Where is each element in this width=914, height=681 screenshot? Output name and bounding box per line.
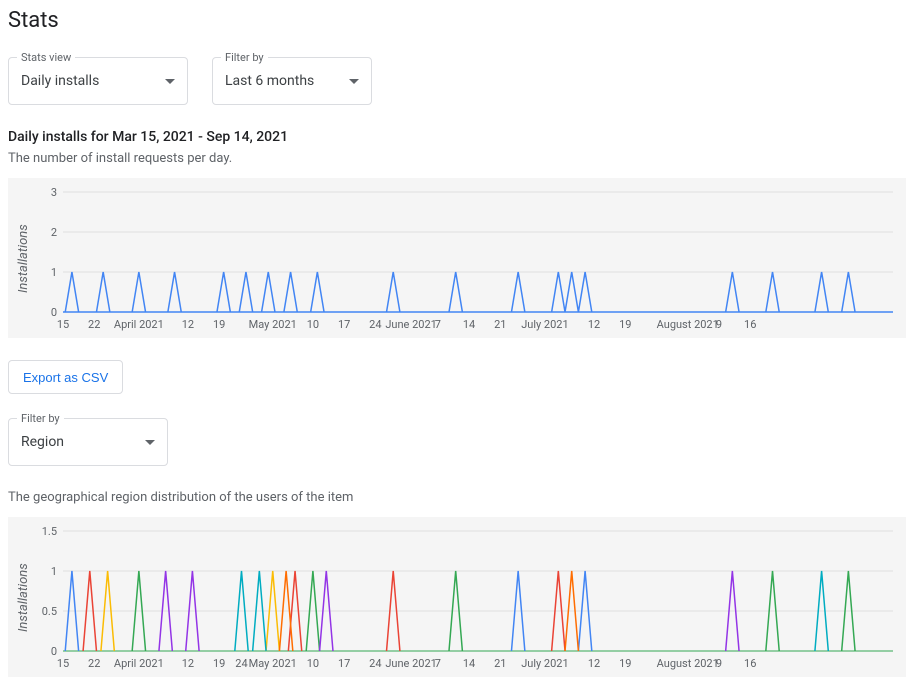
- chart2-plot: 00.511.51522April 2021121924May 20211017…: [33, 523, 900, 673]
- svg-text:7: 7: [435, 657, 441, 670]
- svg-text:19: 19: [619, 657, 631, 670]
- svg-text:19: 19: [213, 318, 225, 331]
- svg-text:9: 9: [716, 318, 722, 331]
- svg-text:1: 1: [51, 266, 57, 279]
- region-filter-select[interactable]: Filter by Region: [8, 418, 168, 466]
- svg-text:April 2021: April 2021: [114, 657, 164, 670]
- filters-row-primary: Stats view Daily installs Filter by Last…: [8, 57, 906, 105]
- svg-text:12: 12: [588, 657, 600, 670]
- region-description: The geographical region distribution of …: [8, 490, 906, 505]
- svg-text:3: 3: [51, 186, 57, 199]
- svg-text:August 2021: August 2021: [657, 657, 719, 670]
- svg-text:14: 14: [463, 318, 475, 331]
- svg-text:May 2021: May 2021: [249, 318, 297, 331]
- filter-by-value: Last 6 months: [225, 73, 314, 89]
- region-filter-label: Filter by: [17, 412, 64, 425]
- svg-text:15: 15: [57, 657, 69, 670]
- chart1-panel: Installations 01231522April 20211219May …: [8, 178, 906, 338]
- svg-text:2: 2: [51, 226, 57, 239]
- filters-row-region: Filter by Region: [8, 418, 906, 466]
- svg-text:10: 10: [307, 318, 319, 331]
- svg-text:24: 24: [369, 657, 381, 670]
- stats-view-select[interactable]: Stats view Daily installs: [8, 57, 188, 105]
- svg-text:14: 14: [463, 657, 475, 670]
- svg-text:1.5: 1.5: [42, 525, 57, 538]
- chart1-ylabel: Installations: [14, 184, 33, 334]
- svg-text:July 2021: July 2021: [521, 318, 568, 331]
- export-csv-button[interactable]: Export as CSV: [8, 360, 123, 394]
- svg-text:12: 12: [588, 318, 600, 331]
- svg-text:June 2021: June 2021: [385, 657, 437, 670]
- svg-text:22: 22: [88, 318, 100, 331]
- svg-text:24: 24: [235, 657, 247, 670]
- chart1-plot: 01231522April 20211219May 2021101724June…: [33, 184, 900, 334]
- region-filter-value: Region: [21, 434, 64, 450]
- svg-text:7: 7: [435, 318, 441, 331]
- svg-text:August 2021: August 2021: [657, 318, 719, 331]
- svg-text:19: 19: [213, 657, 225, 670]
- svg-text:May 2021: May 2021: [249, 657, 297, 670]
- svg-text:21: 21: [494, 318, 506, 331]
- svg-text:9: 9: [716, 657, 722, 670]
- svg-text:21: 21: [494, 657, 506, 670]
- filter-by-label: Filter by: [221, 51, 268, 64]
- svg-text:15: 15: [57, 318, 69, 331]
- svg-text:24: 24: [369, 318, 381, 331]
- caret-down-icon: [145, 440, 155, 445]
- svg-text:12: 12: [182, 318, 194, 331]
- svg-text:17: 17: [338, 657, 350, 670]
- chart1-subtitle: The number of install requests per day.: [8, 151, 906, 166]
- svg-text:1: 1: [51, 565, 57, 578]
- svg-text:June 2021: June 2021: [385, 318, 437, 331]
- caret-down-icon: [165, 79, 175, 84]
- svg-text:0.5: 0.5: [42, 605, 57, 618]
- export-csv-label: Export as CSV: [23, 370, 108, 385]
- svg-text:April 2021: April 2021: [114, 318, 164, 331]
- svg-text:July 2021: July 2021: [521, 657, 568, 670]
- chart1-title: Daily installs for Mar 15, 2021 - Sep 14…: [8, 129, 906, 145]
- svg-text:16: 16: [744, 657, 756, 670]
- filter-by-select[interactable]: Filter by Last 6 months: [212, 57, 372, 105]
- svg-text:22: 22: [88, 657, 100, 670]
- svg-text:19: 19: [619, 318, 631, 331]
- svg-text:17: 17: [338, 318, 350, 331]
- chart2-ylabel: Installations: [14, 523, 33, 673]
- svg-text:16: 16: [744, 318, 756, 331]
- caret-down-icon: [349, 79, 359, 84]
- page-title: Stats: [8, 8, 906, 33]
- svg-text:12: 12: [182, 657, 194, 670]
- stats-view-value: Daily installs: [21, 73, 99, 89]
- chart2-panel: Installations 00.511.51522April 20211219…: [8, 517, 906, 677]
- stats-view-label: Stats view: [17, 51, 75, 64]
- svg-text:10: 10: [307, 657, 319, 670]
